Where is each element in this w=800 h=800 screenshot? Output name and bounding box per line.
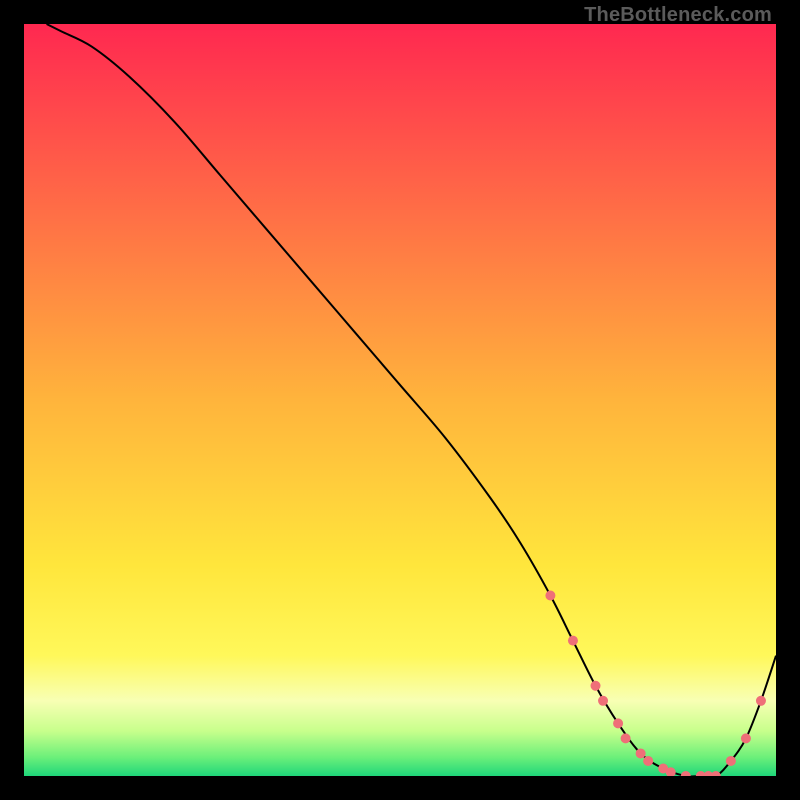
- highlight-marker: [598, 696, 608, 706]
- chart-frame: [24, 24, 776, 776]
- highlight-marker: [636, 748, 646, 758]
- highlight-marker: [591, 681, 601, 691]
- watermark-text: TheBottleneck.com: [584, 4, 772, 27]
- highlight-marker: [756, 696, 766, 706]
- highlight-marker: [621, 733, 631, 743]
- highlight-marker: [613, 718, 623, 728]
- highlight-marker: [741, 733, 751, 743]
- highlight-marker: [568, 636, 578, 646]
- chart-background: [24, 24, 776, 776]
- highlight-marker: [545, 591, 555, 601]
- highlight-marker: [643, 756, 653, 766]
- chart-svg: [24, 24, 776, 776]
- highlight-marker: [726, 756, 736, 766]
